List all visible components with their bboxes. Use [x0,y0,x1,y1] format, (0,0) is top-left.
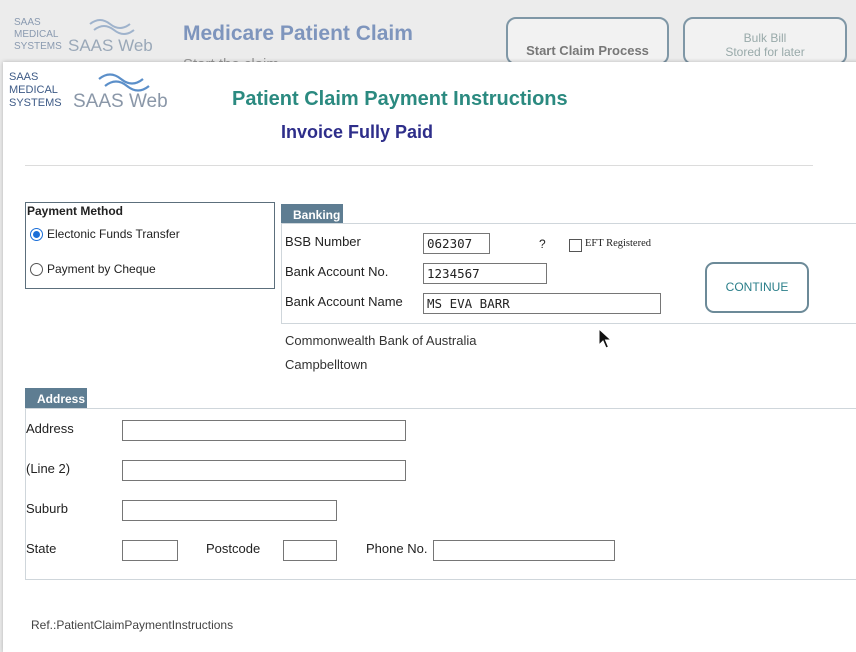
bsb-help[interactable]: ? [539,237,546,251]
address-details-tab: Address Details [25,388,87,408]
dialog-title: Patient Claim Payment Instructions [232,88,568,110]
eft-registered-label: EFT Registered [585,238,652,249]
address-line2-label: (Line 2) [26,461,71,476]
account-no-input[interactable]: 1234567 [423,263,547,284]
address-label: Address [26,421,74,436]
address-input[interactable] [122,420,406,441]
saas-logo-background: SAAS MEDICAL SYSTEMS SAAS Web [14,17,153,55]
bsb-label: BSB Number [285,234,361,249]
svg-text:SAAS Web: SAAS Web [68,36,153,55]
background-title: Medicare Patient Claim [183,22,413,45]
svg-text:SAAS Web: SAAS Web [73,91,168,111]
cheque-radio-label: Payment by Cheque [47,262,156,276]
bsb-input[interactable]: 062307 [423,233,490,254]
bank-branch: Campbelltown [285,357,368,372]
divider [25,165,813,166]
phone-input[interactable] [433,540,615,561]
bulk-bill-button[interactable]: Bulk Bill Stored for later [683,17,847,65]
banking-tab-label: Banking Details [293,208,343,222]
svg-text:MEDICAL: MEDICAL [14,29,59,40]
banking-details-tab: Banking Details [281,204,343,224]
svg-text:SAAS: SAAS [9,71,38,83]
payment-option-eft[interactable]: Electonic Funds Transfer [30,227,180,241]
cheque-radio[interactable] [30,262,43,276]
svg-text:MEDICAL: MEDICAL [9,84,58,96]
address-tab-label: Address Details [37,392,87,406]
mouse-cursor-icon [598,328,612,349]
postcode-label: Postcode [206,541,261,556]
suburb-label: Suburb [26,501,68,516]
postcode-input[interactable] [283,540,337,561]
eft-radio-label: Electonic Funds Transfer [47,227,180,241]
svg-text:SYSTEMS: SYSTEMS [9,97,62,109]
bank-name: Commonwealth Bank of Australia [285,333,477,348]
state-label: State [26,541,57,556]
address-line2-input[interactable] [122,460,406,481]
svg-text:SAAS: SAAS [14,17,41,28]
invoice-status: Invoice Fully Paid [281,122,434,142]
bulk-bill-sublabel: Stored for later [725,45,805,59]
reference-text: Ref.:PatientClaimPaymentInstructions [31,618,234,632]
saas-logo: SAAS MEDICAL SYSTEMS SAAS Web [9,71,168,111]
start-claim-button[interactable]: Start Claim Process [506,17,669,65]
suburb-input[interactable] [122,500,337,521]
eft-radio[interactable] [30,227,43,241]
account-no-label: Bank Account No. [285,264,389,279]
payment-method-group: Payment Method Electonic Funds Transfer … [25,202,275,289]
payment-instructions-dialog: SAAS MEDICAL SYSTEMS SAAS Web Patient Cl… [3,62,856,652]
eft-registered-checkbox[interactable] [569,239,582,252]
start-claim-label: Start Claim Process [526,43,649,58]
payment-option-cheque[interactable]: Payment by Cheque [30,262,156,276]
svg-text:SYSTEMS: SYSTEMS [14,41,62,52]
phone-label: Phone No. [366,541,428,556]
account-name-label: Bank Account Name [285,294,403,309]
account-name-input[interactable]: MS EVA BARR [423,293,661,314]
state-input[interactable] [122,540,178,561]
payment-method-legend: Payment Method [27,204,124,218]
continue-button[interactable]: CONTINUE [705,262,809,313]
bulk-bill-label: Bulk Bill [743,31,787,45]
